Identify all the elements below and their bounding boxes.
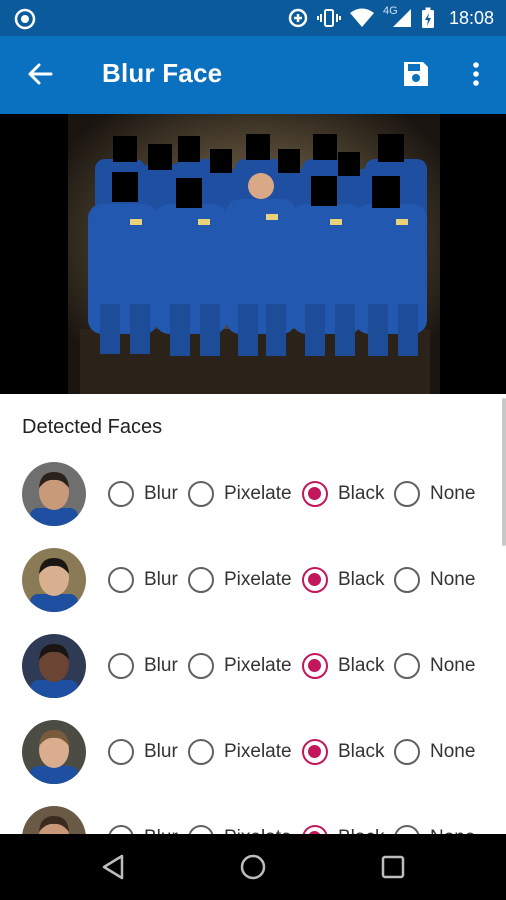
option-label: Black bbox=[338, 569, 385, 590]
face-thumbnail bbox=[22, 634, 86, 698]
radio-pixelate[interactable] bbox=[188, 825, 214, 834]
group-photo-image bbox=[68, 114, 440, 394]
option-black[interactable]: Black bbox=[302, 479, 384, 509]
radio-blur[interactable] bbox=[108, 825, 134, 834]
radio-pixelate[interactable] bbox=[188, 567, 214, 593]
option-label: None bbox=[430, 483, 476, 504]
option-label: None bbox=[430, 827, 475, 834]
face-row: Blur Pixelate Black None bbox=[0, 462, 506, 528]
option-label: None bbox=[430, 741, 476, 762]
radio-none[interactable] bbox=[394, 739, 420, 765]
group-photo[interactable] bbox=[0, 114, 506, 394]
radio-pixelate[interactable] bbox=[188, 739, 214, 765]
option-black[interactable]: Black bbox=[302, 651, 384, 681]
face-row: Blur Pixelate Black None bbox=[0, 634, 506, 700]
option-none[interactable]: None bbox=[394, 479, 475, 509]
clock: 18:08 bbox=[448, 7, 494, 28]
option-blur[interactable]: Blur bbox=[108, 737, 178, 767]
face-row: Blur Pixelate Black None bbox=[0, 806, 506, 834]
nav-home-circle-icon bbox=[240, 854, 266, 880]
radio-none[interactable] bbox=[394, 567, 420, 593]
face-thumbnail bbox=[22, 806, 86, 834]
option-none[interactable]: None bbox=[394, 823, 475, 834]
face-thumbnail bbox=[22, 548, 86, 612]
radio-black[interactable] bbox=[302, 825, 328, 834]
radio-blur[interactable] bbox=[108, 481, 134, 507]
radio-black[interactable] bbox=[302, 739, 328, 765]
option-label: Blur bbox=[144, 655, 178, 676]
radio-black[interactable] bbox=[302, 653, 328, 679]
more-vert-icon bbox=[473, 62, 479, 86]
nav-back-button[interactable] bbox=[98, 852, 128, 882]
nav-back-triangle-icon bbox=[102, 854, 124, 880]
radio-pixelate[interactable] bbox=[188, 481, 214, 507]
option-label: Blur bbox=[144, 483, 178, 504]
radio-black[interactable] bbox=[302, 481, 328, 507]
radio-blur[interactable] bbox=[108, 567, 134, 593]
detected-faces-panel[interactable]: Detected Faces Blur Pixelate Black None Blur… bbox=[0, 394, 506, 834]
option-label: Blur bbox=[144, 569, 178, 590]
back-button[interactable] bbox=[20, 54, 60, 94]
option-none[interactable]: None bbox=[394, 651, 475, 681]
option-label: Pixelate bbox=[224, 655, 292, 676]
option-label: Black bbox=[338, 655, 385, 676]
option-label: None bbox=[430, 655, 476, 676]
option-label: Black bbox=[338, 483, 385, 504]
face-thumbnail bbox=[22, 720, 86, 784]
radio-pixelate[interactable] bbox=[188, 653, 214, 679]
more-options-button[interactable] bbox=[456, 54, 496, 94]
option-pixelate[interactable]: Pixelate bbox=[188, 479, 292, 509]
battery-charging-icon bbox=[421, 7, 434, 28]
option-blur[interactable]: Blur bbox=[108, 651, 178, 681]
page-title: Blur Face bbox=[102, 58, 223, 88]
back-arrow-icon bbox=[28, 63, 53, 85]
option-pixelate[interactable]: Pixelate bbox=[188, 737, 292, 767]
app-bar: Blur Face bbox=[0, 36, 506, 114]
face-row: Blur Pixelate Black None bbox=[0, 720, 506, 786]
option-label: Black bbox=[338, 741, 385, 762]
option-label: Blur bbox=[144, 741, 178, 762]
radio-blur[interactable] bbox=[108, 739, 134, 765]
nav-recents-button[interactable] bbox=[378, 852, 408, 882]
option-label: Pixelate bbox=[224, 827, 292, 834]
option-black[interactable]: Black bbox=[302, 737, 384, 767]
option-blur[interactable]: Blur bbox=[108, 479, 178, 509]
navigation-bar bbox=[0, 834, 506, 900]
option-label: None bbox=[430, 569, 476, 590]
option-label: Blur bbox=[144, 827, 178, 834]
vibrate-icon bbox=[316, 9, 341, 27]
option-pixelate[interactable]: Pixelate bbox=[188, 823, 292, 834]
radio-none[interactable] bbox=[394, 481, 420, 507]
save-button[interactable] bbox=[396, 54, 436, 94]
option-none[interactable]: None bbox=[394, 737, 475, 767]
option-pixelate[interactable]: Pixelate bbox=[188, 565, 292, 595]
detected-faces-heading: Detected Faces bbox=[22, 416, 163, 438]
radio-none[interactable] bbox=[394, 653, 420, 679]
radio-none[interactable] bbox=[394, 825, 420, 834]
face-thumbnail bbox=[22, 462, 86, 526]
app-notification-icon bbox=[14, 8, 36, 30]
option-none[interactable]: None bbox=[394, 565, 475, 595]
cell-signal-icon: 4G bbox=[383, 5, 413, 29]
wifi-icon bbox=[349, 8, 374, 27]
nav-home-button[interactable] bbox=[238, 852, 268, 882]
option-label: Black bbox=[338, 827, 384, 834]
option-label: Pixelate bbox=[224, 483, 292, 504]
status-bar: 4G 18:08 bbox=[0, 0, 506, 36]
nav-recents-square-icon bbox=[381, 855, 405, 879]
option-black[interactable]: Black bbox=[302, 823, 384, 834]
option-blur[interactable]: Blur bbox=[108, 565, 178, 595]
option-label: Pixelate bbox=[224, 741, 292, 762]
radio-black[interactable] bbox=[302, 567, 328, 593]
option-black[interactable]: Black bbox=[302, 565, 384, 595]
data-saver-icon bbox=[288, 8, 308, 28]
save-icon bbox=[404, 62, 428, 86]
option-blur[interactable]: Blur bbox=[108, 823, 178, 834]
option-pixelate[interactable]: Pixelate bbox=[188, 651, 292, 681]
face-row: Blur Pixelate Black None bbox=[0, 548, 506, 614]
radio-blur[interactable] bbox=[108, 653, 134, 679]
option-label: Pixelate bbox=[224, 569, 292, 590]
